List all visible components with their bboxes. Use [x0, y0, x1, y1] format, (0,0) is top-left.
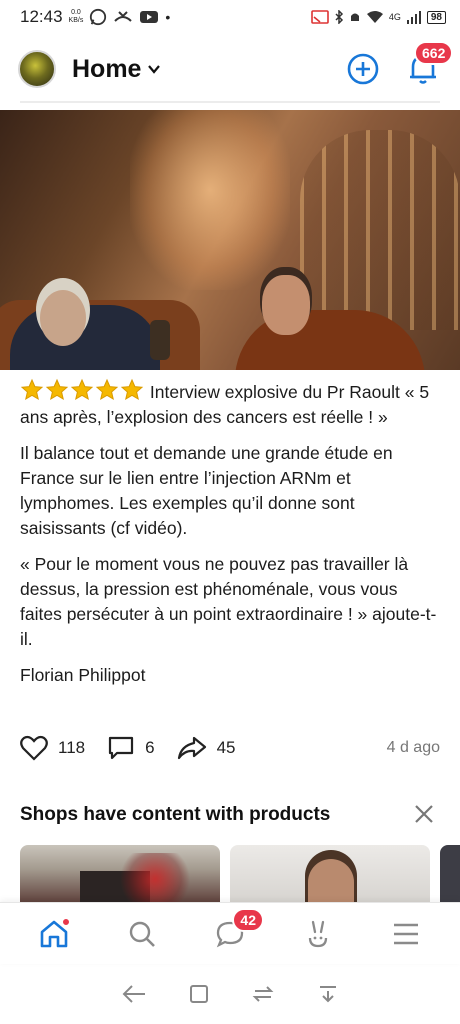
nav-menu[interactable] — [386, 914, 426, 954]
status-time: 12:43 — [20, 7, 63, 26]
network-speed-unit: KB/s — [68, 17, 84, 24]
share-icon — [177, 736, 206, 760]
add-post-icon[interactable] — [346, 52, 380, 86]
comment-count: 6 — [145, 738, 155, 757]
nav-messages[interactable]: 42 — [210, 907, 264, 954]
bluetooth-icon — [335, 10, 343, 24]
post-video[interactable] — [0, 110, 460, 370]
bottom-nav: 42 — [0, 902, 460, 964]
like-button[interactable]: 118 — [20, 735, 85, 761]
post-timestamp: 4 d ago — [386, 739, 440, 756]
post-content: Interview explosive du Pr Raoult « 5 ans… — [20, 378, 440, 699]
switch-app-icon[interactable] — [251, 983, 275, 1005]
network-speed: 0.0 KB/s — [69, 9, 84, 25]
chevron-down-icon[interactable] — [147, 62, 161, 76]
shops-section-title: Shops have content with products — [20, 804, 331, 825]
star-icon — [95, 378, 119, 401]
close-icon[interactable] — [412, 802, 436, 826]
post-reactions: 118 6 45 4 d ago — [20, 732, 440, 764]
system-nav — [0, 964, 460, 1024]
shop-card[interactable] — [20, 845, 220, 905]
post-title-line: Interview explosive du Pr Raoult « 5 ans… — [20, 378, 440, 430]
page-title[interactable]: Home — [72, 55, 141, 84]
share-button[interactable]: 45 — [177, 735, 236, 761]
post-body-2: « Pour le moment vous ne pouvez pas trav… — [20, 554, 437, 649]
signal-label: 4G — [388, 12, 401, 22]
rating-stars — [20, 378, 150, 402]
menu-icon — [394, 923, 418, 944]
shop-card[interactable] — [440, 845, 460, 905]
home-unread-dot — [62, 917, 70, 926]
shop-card[interactable] — [230, 845, 430, 905]
back-icon[interactable] — [121, 983, 147, 1005]
share-count: 45 — [216, 738, 236, 757]
notifications-button[interactable]: 662 — [406, 41, 454, 87]
star-icon — [70, 378, 94, 401]
post-body-1: Il balance tout et demande une grande ét… — [20, 443, 393, 538]
battery-indicator: 98 — [426, 10, 446, 24]
messages-badge: 42 — [232, 907, 264, 932]
like-count: 118 — [58, 738, 86, 757]
status-left: 12:43 0.0 KB/s • — [20, 7, 170, 27]
missed-call-icon — [114, 11, 133, 22]
avatar[interactable] — [18, 50, 56, 88]
cast-icon — [311, 10, 329, 24]
alarm-icon — [350, 13, 359, 21]
signal-icon — [406, 11, 421, 24]
star-icon — [45, 378, 69, 401]
app-header: Home 662 — [0, 41, 460, 94]
post-author[interactable]: Florian Philippot — [20, 663, 440, 688]
bunny-icon — [308, 920, 328, 947]
heart-icon — [20, 735, 48, 761]
header-actions: 662 — [346, 41, 454, 87]
status-bar: 12:43 0.0 KB/s • 4G 98 — [0, 0, 460, 34]
comment-button[interactable]: 6 — [107, 735, 155, 761]
nav-home[interactable] — [34, 914, 74, 954]
youtube-icon — [140, 11, 159, 23]
nav-search[interactable] — [122, 914, 162, 954]
recents-icon[interactable] — [188, 983, 210, 1005]
status-right: 4G 98 — [311, 10, 446, 24]
notification-shade-icon[interactable] — [316, 983, 340, 1005]
notification-badge: 662 — [414, 41, 454, 65]
comment-icon — [109, 736, 134, 760]
nav-bunny[interactable] — [298, 914, 338, 954]
wifi-icon — [366, 11, 383, 23]
header-divider — [20, 101, 440, 103]
star-icon — [120, 378, 144, 401]
search-icon — [129, 921, 155, 947]
more-dot-icon: • — [165, 9, 171, 25]
network-speed-value: 0.0 — [71, 9, 81, 16]
star-icon — [20, 378, 44, 401]
whatsapp-icon — [90, 8, 107, 26]
